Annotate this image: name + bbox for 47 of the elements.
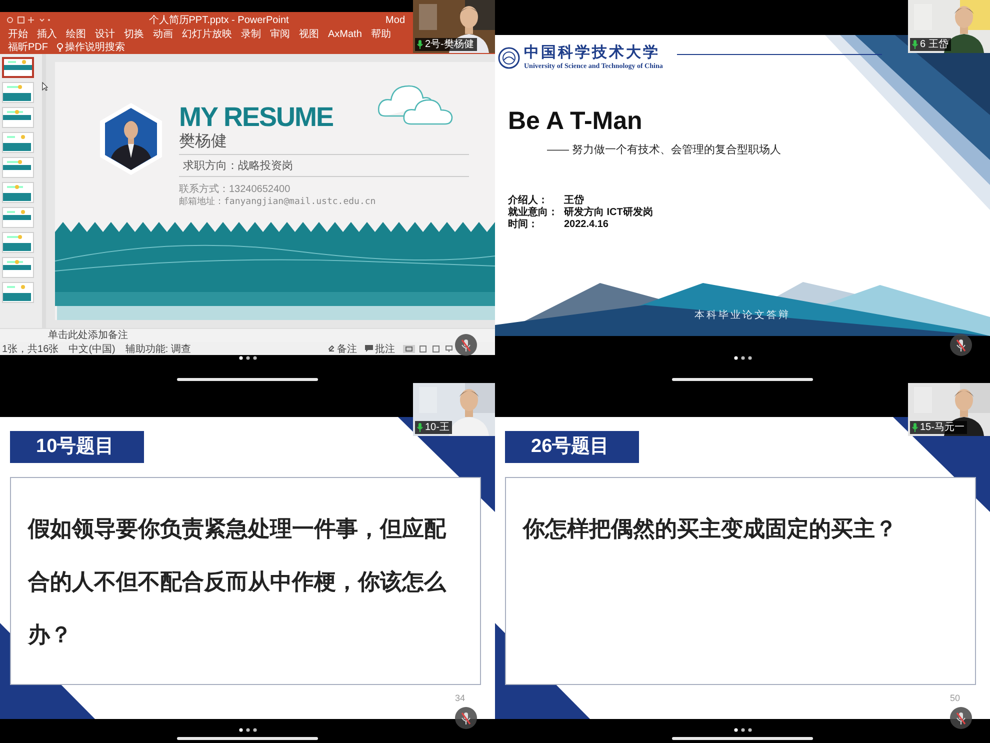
ribbon-tab[interactable]: 福昕PDF	[8, 41, 48, 54]
email-address: 邮箱地址：fanyangjian@mail.ustc.edu.cn	[179, 196, 376, 209]
participant-name: 10-王	[425, 421, 450, 434]
notes-button[interactable]: 备注	[328, 342, 357, 356]
language-status[interactable]: 中文(中国)	[68, 342, 116, 356]
detail-label: 时间：	[508, 219, 539, 231]
slide-subtitle: —— 努力做一个有技术、会管理的复合型职场人	[546, 143, 782, 157]
tell-me-search[interactable]: 操作说明搜索	[57, 41, 125, 54]
detail-value: 研发方向 ICT研发岗	[564, 207, 654, 219]
accessibility-status[interactable]: 辅助功能: 调查	[125, 342, 191, 356]
notes-placeholder[interactable]: 单击此处添加备注	[0, 328, 495, 342]
detail-value: 王岱	[564, 195, 585, 206]
job-objective: 求职方向：战略投资岗	[179, 155, 469, 177]
ribbon-tab[interactable]: AxMath	[328, 28, 362, 41]
comments-button[interactable]: 批注	[365, 342, 395, 356]
window-title: 个人简历PPT.pptx - PowerPoint	[148, 14, 290, 27]
page-number: 50	[950, 693, 960, 703]
ribbon-tab[interactable]: 录制	[241, 28, 261, 41]
question-number: 10号题目	[10, 431, 144, 463]
ribbon-tab[interactable]: 设计	[95, 28, 115, 41]
university-name: 中国科学技术大学	[524, 45, 661, 62]
ribbon-tab[interactable]: 视图	[299, 28, 319, 41]
question-text: 假如领导要你负责紧急处理一件事，但应配合的人不但不配合反而从中作梗，你该怎么办？	[28, 515, 448, 649]
ribbon-tab[interactable]: 切换	[124, 28, 144, 41]
slide-position: 1张，共16张	[2, 342, 59, 356]
ribbon-tab[interactable]: 绘图	[66, 28, 86, 41]
detail-label: 就业意向：	[508, 207, 559, 218]
phone-number: 联系方式：13240652400	[179, 183, 290, 196]
ribbon-tab[interactable]: 帮助	[370, 28, 391, 41]
question-number: 26号题目	[505, 431, 639, 463]
candidate-name: 樊杨健	[179, 132, 469, 155]
participant-name: 6 王岱	[920, 38, 948, 51]
slide-footer: 本科毕业论文答辩	[694, 308, 790, 322]
question-text: 你怎样把偶然的买主变成固定的买主？	[523, 515, 898, 543]
page-number: 34	[454, 693, 465, 703]
ribbon-tab[interactable]: 开始	[8, 28, 28, 41]
slide-title: Be A T-Man	[507, 106, 644, 136]
ribbon-tab[interactable]: 插入	[37, 28, 57, 41]
account-name[interactable]: Mod	[386, 14, 405, 26]
ribbon-tab[interactable]: 动画	[153, 28, 173, 41]
resume-heading: MY RESUME	[179, 102, 334, 132]
detail-label: 介绍人：	[508, 195, 549, 206]
ribbon-tab[interactable]: 审阅	[270, 28, 290, 41]
participant-name: 15-马元一	[920, 421, 964, 434]
participant-name: 2号-樊杨健	[425, 38, 474, 51]
ribbon-tab[interactable]: 幻灯片放映	[182, 28, 232, 41]
detail-value: 2022.4.16	[564, 219, 610, 231]
